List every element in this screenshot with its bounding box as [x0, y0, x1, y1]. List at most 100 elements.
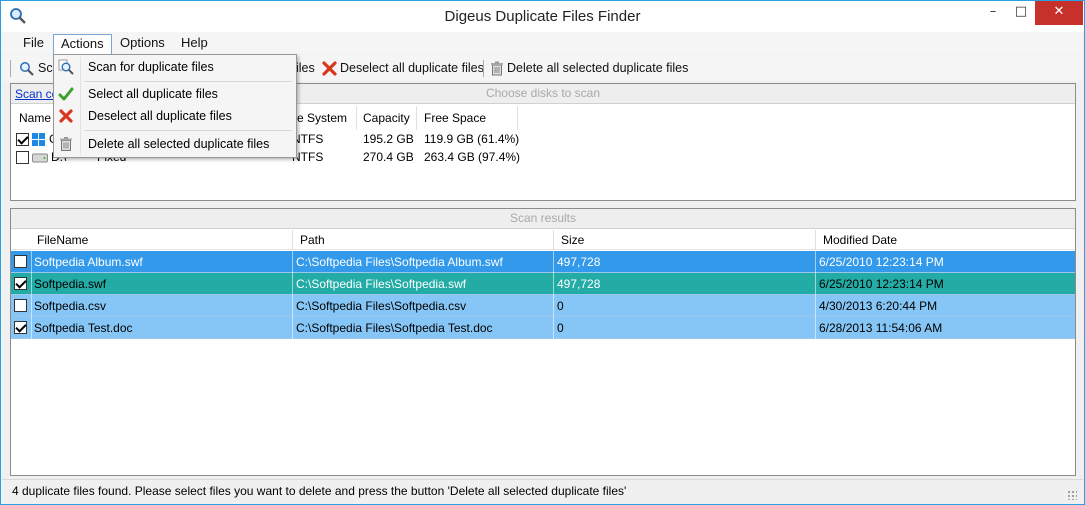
result-checkbox[interactable] — [14, 255, 27, 268]
status-bar: 4 duplicate files found. Please select f… — [2, 479, 1083, 504]
window-title: Digeus Duplicate Files Finder — [444, 8, 641, 25]
app-window: Digeus Duplicate Files Finder – □ ✕ File… — [0, 0, 1085, 505]
result-size: 497,728 — [557, 277, 601, 291]
result-size: 0 — [557, 321, 564, 335]
disk-checkbox[interactable] — [16, 133, 29, 146]
cell-sep — [31, 273, 32, 295]
result-row[interactable]: Softpedia Album.swf C:\Softpedia Files\S… — [11, 251, 1075, 273]
result-size: 497,728 — [557, 255, 601, 269]
result-modified: 6/28/2013 11:54:06 AM — [819, 321, 943, 335]
results-col-sep — [815, 230, 816, 250]
result-modified: 4/30/2013 6:20:44 PM — [819, 299, 938, 313]
deselect-all-toolbar-button[interactable]: Deselect all duplicate files — [322, 59, 484, 79]
status-text: 4 duplicate files found. Please select f… — [12, 484, 627, 498]
disk-free-space: 119.9 GB (61.4%) — [424, 132, 520, 146]
trash-icon — [60, 137, 72, 151]
cell-sep — [815, 295, 816, 317]
result-path: C:\Softpedia Files\Softpedia.swf — [296, 277, 467, 291]
result-filename: Softpedia Test.doc — [34, 321, 133, 335]
cell-sep — [815, 273, 816, 295]
cell-sep — [553, 273, 554, 295]
cell-sep — [553, 251, 554, 273]
disk-capacity: 195.2 GB — [363, 132, 414, 146]
minimize-button[interactable]: – — [979, 1, 1007, 25]
cell-sep — [553, 295, 554, 317]
cell-sep — [292, 295, 293, 317]
cell-sep — [815, 251, 816, 273]
toolbar-grip — [10, 60, 11, 77]
resize-grip-icon[interactable] — [1067, 490, 1077, 500]
scan-icon — [20, 61, 34, 76]
scan-results-panel: Scan results FileName Path Size Modified… — [10, 208, 1076, 476]
result-size: 0 — [557, 299, 564, 313]
menu-scan-for-duplicates-label: Scan for duplicate files — [88, 60, 214, 74]
menu-options[interactable]: Options — [113, 34, 172, 54]
hard-drive-icon — [32, 153, 48, 163]
results-col-sep — [553, 230, 554, 250]
menu-select-all[interactable]: Select all duplicate files — [54, 83, 296, 105]
cell-sep — [31, 251, 32, 273]
cell-sep — [292, 251, 293, 273]
result-path: C:\Softpedia Files\Softpedia.csv — [296, 299, 467, 313]
scan-results-header: Scan results — [11, 209, 1075, 229]
maximize-button[interactable]: □ — [1007, 1, 1035, 25]
close-button[interactable]: ✕ — [1035, 1, 1083, 25]
windows-drive-icon — [32, 133, 45, 146]
select-all-toolbar-button[interactable]: iles — [296, 59, 315, 79]
disk-col-capacity[interactable]: Capacity — [363, 111, 410, 125]
delete-selected-toolbar-button[interactable]: Delete all selected duplicate files — [490, 59, 688, 79]
disk-col-sep — [517, 106, 518, 130]
results-col-filename[interactable]: FileName — [37, 233, 88, 247]
cell-sep — [31, 317, 32, 339]
result-row[interactable]: Softpedia.csv C:\Softpedia Files\Softped… — [11, 295, 1075, 317]
menu-actions[interactable]: Actions — [53, 34, 112, 54]
result-filename: Softpedia.swf — [34, 277, 107, 291]
title-bar[interactable]: Digeus Duplicate Files Finder – □ ✕ — [1, 1, 1084, 32]
result-filename: Softpedia.csv — [34, 299, 107, 313]
menu-help[interactable]: Help — [174, 34, 215, 54]
disk-free-space: 263.4 GB (97.4%) — [424, 150, 521, 164]
disk-col-filesystem[interactable]: e System — [297, 111, 347, 125]
results-column-headers: FileName Path Size Modified Date — [11, 230, 1075, 250]
cross-icon — [59, 109, 73, 123]
result-path: C:\Softpedia Files\Softpedia Album.swf — [296, 255, 503, 269]
menu-delete-selected[interactable]: Delete all selected duplicate files — [54, 133, 296, 155]
actions-dropdown-menu: Scan for duplicate files Select all dupl… — [53, 54, 297, 158]
scan-icon — [58, 59, 74, 75]
menu-scan-for-duplicates[interactable]: Scan for duplicate files — [54, 56, 296, 78]
select-all-toolbar-label: iles — [296, 61, 315, 75]
cell-sep — [292, 273, 293, 295]
scan-certain-link[interactable]: Scan ce — [15, 87, 58, 101]
check-icon — [58, 87, 74, 101]
cell-sep — [292, 317, 293, 339]
disk-capacity: 270.4 GB — [363, 150, 414, 164]
result-path: C:\Softpedia Files\Softpedia Test.doc — [296, 321, 493, 335]
result-checkbox[interactable] — [14, 277, 27, 290]
result-row[interactable]: Softpedia Test.doc C:\Softpedia Files\So… — [11, 317, 1075, 339]
disk-col-name[interactable]: Name — [19, 111, 51, 125]
deselect-all-toolbar-label: Deselect all duplicate files — [340, 61, 484, 75]
disk-col-sep — [356, 106, 357, 130]
cell-sep — [31, 295, 32, 317]
menu-separator — [84, 81, 292, 82]
toolbar-separator — [483, 60, 484, 77]
menu-delete-selected-label: Delete all selected duplicate files — [88, 137, 270, 151]
menu-deselect-all-label: Deselect all duplicate files — [88, 109, 232, 123]
menu-deselect-all[interactable]: Deselect all duplicate files — [54, 105, 296, 127]
menu-file[interactable]: File — [16, 34, 51, 54]
result-checkbox[interactable] — [14, 299, 27, 312]
disk-col-free-space[interactable]: Free Space — [424, 111, 486, 125]
scan-toolbar-button[interactable]: Sc — [19, 59, 53, 79]
result-modified: 6/25/2010 12:23:14 PM — [819, 255, 944, 269]
cross-icon — [322, 61, 337, 76]
results-col-path[interactable]: Path — [300, 233, 325, 247]
cell-sep — [815, 317, 816, 339]
result-checkbox[interactable] — [14, 321, 27, 334]
result-row[interactable]: Softpedia.swf C:\Softpedia Files\Softped… — [11, 273, 1075, 295]
results-col-modified[interactable]: Modified Date — [823, 233, 897, 247]
results-col-size[interactable]: Size — [561, 233, 584, 247]
disk-checkbox[interactable] — [16, 151, 29, 164]
scan-toolbar-label: Sc — [38, 61, 53, 75]
result-filename: Softpedia Album.swf — [34, 255, 143, 269]
result-modified: 6/25/2010 12:23:14 PM — [819, 277, 944, 291]
